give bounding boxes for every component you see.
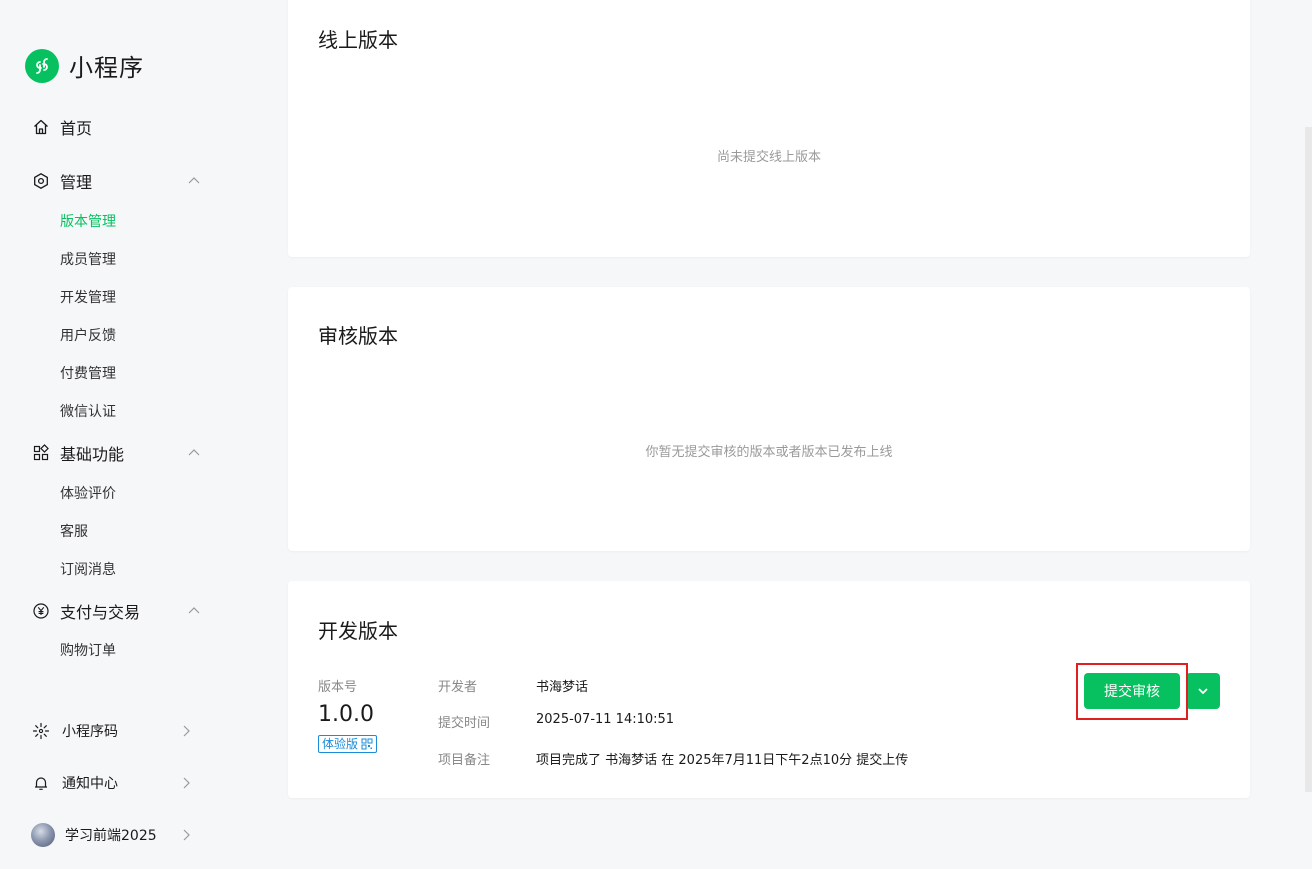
nav-payment-label: 支付与交易 [60,603,141,622]
version-number-label: 版本号 [318,680,358,695]
qrcode-icon [361,738,373,750]
nav-payment[interactable]: 支付与交易 [32,599,212,623]
qrcode-sun-icon [32,722,50,740]
developer-value: 书海梦话 [536,680,589,695]
grid-icon [32,444,50,462]
nav-account[interactable]: 学习前端2025 [31,823,202,847]
sidebar-item-version[interactable]: 版本管理 [60,212,116,232]
review-version-empty: 你暂无提交审核的版本或者版本已发布上线 [645,445,893,460]
nav-qrcode[interactable]: 小程序码 [32,719,202,743]
chevron-right-icon [178,723,194,739]
sidebar-item-wechat-auth[interactable]: 微信认证 [60,402,116,422]
online-version-title: 线上版本 [318,28,398,52]
sidebar-item-paid[interactable]: 付费管理 [60,364,116,384]
nav-basic[interactable]: 基础功能 [32,441,212,465]
nav-home[interactable]: 首页 [32,115,212,139]
nav-manage-label: 管理 [60,173,93,192]
account-name: 学习前端2025 [65,828,157,844]
submit-time-label: 提交时间 [438,716,491,731]
more-actions-button[interactable] [1186,673,1220,709]
nav-notify-label: 通知中心 [62,776,118,792]
app-logo[interactable]: 小程序 [25,48,144,83]
app-title: 小程序 [69,54,144,82]
sidebar: 小程序 首页 管理 版本管理 成员管理 开发管理 用户反馈 付费管理 微信认证 … [0,0,240,869]
nav-basic-label: 基础功能 [60,445,125,464]
sidebar-item-experience[interactable]: 体验评价 [60,484,116,504]
settings-hexagon-icon [32,172,50,190]
review-version-card: 审核版本 你暂无提交审核的版本或者版本已发布上线 [288,287,1250,551]
project-note-label: 项目备注 [438,753,491,768]
home-icon [32,118,50,136]
sidebar-item-orders[interactable]: 购物订单 [60,641,116,661]
dev-version-title: 开发版本 [318,619,398,643]
nav-notify[interactable]: 通知中心 [32,771,202,795]
mini-program-logo-icon [25,48,59,83]
scrollbar[interactable] [1305,127,1312,792]
chevron-down-icon [1196,684,1210,698]
nav-qrcode-label: 小程序码 [62,724,118,740]
project-note-value: 项目完成了 书海梦话 在 2025年7月11日下午2点10分 提交上传 [536,753,909,768]
developer-label: 开发者 [438,680,478,695]
online-version-card: 线上版本 尚未提交线上版本 [288,0,1250,257]
chevron-up-icon [186,173,202,189]
bell-icon [32,774,50,792]
sidebar-item-feedback[interactable]: 用户反馈 [60,326,116,346]
chevron-right-icon [178,775,194,791]
chevron-up-icon [186,603,202,619]
review-version-title: 审核版本 [318,324,398,348]
sidebar-item-members[interactable]: 成员管理 [60,250,116,270]
sidebar-item-dev[interactable]: 开发管理 [60,288,116,308]
sidebar-item-service[interactable]: 客服 [60,522,88,542]
yuan-icon [32,602,50,620]
submit-time-value: 2025-07-11 14:10:51 [536,712,675,727]
sidebar-item-subscribe[interactable]: 订阅消息 [60,560,116,580]
online-version-empty: 尚未提交线上版本 [716,150,821,165]
version-number: 1.0.0 [318,702,374,727]
avatar [31,823,55,847]
dev-version-card: 开发版本 版本号 1.0.0 体验版 开发者 书海梦话 提交时间 2025-07… [288,581,1250,798]
chevron-up-icon [186,445,202,461]
chevron-right-icon [178,827,194,843]
trial-version-label: 体验版 [322,737,359,751]
trial-version-tag[interactable]: 体验版 [318,735,378,753]
submit-review-button[interactable]: 提交审核 [1084,673,1180,709]
nav-manage[interactable]: 管理 [32,169,212,193]
nav-home-label: 首页 [60,119,93,138]
